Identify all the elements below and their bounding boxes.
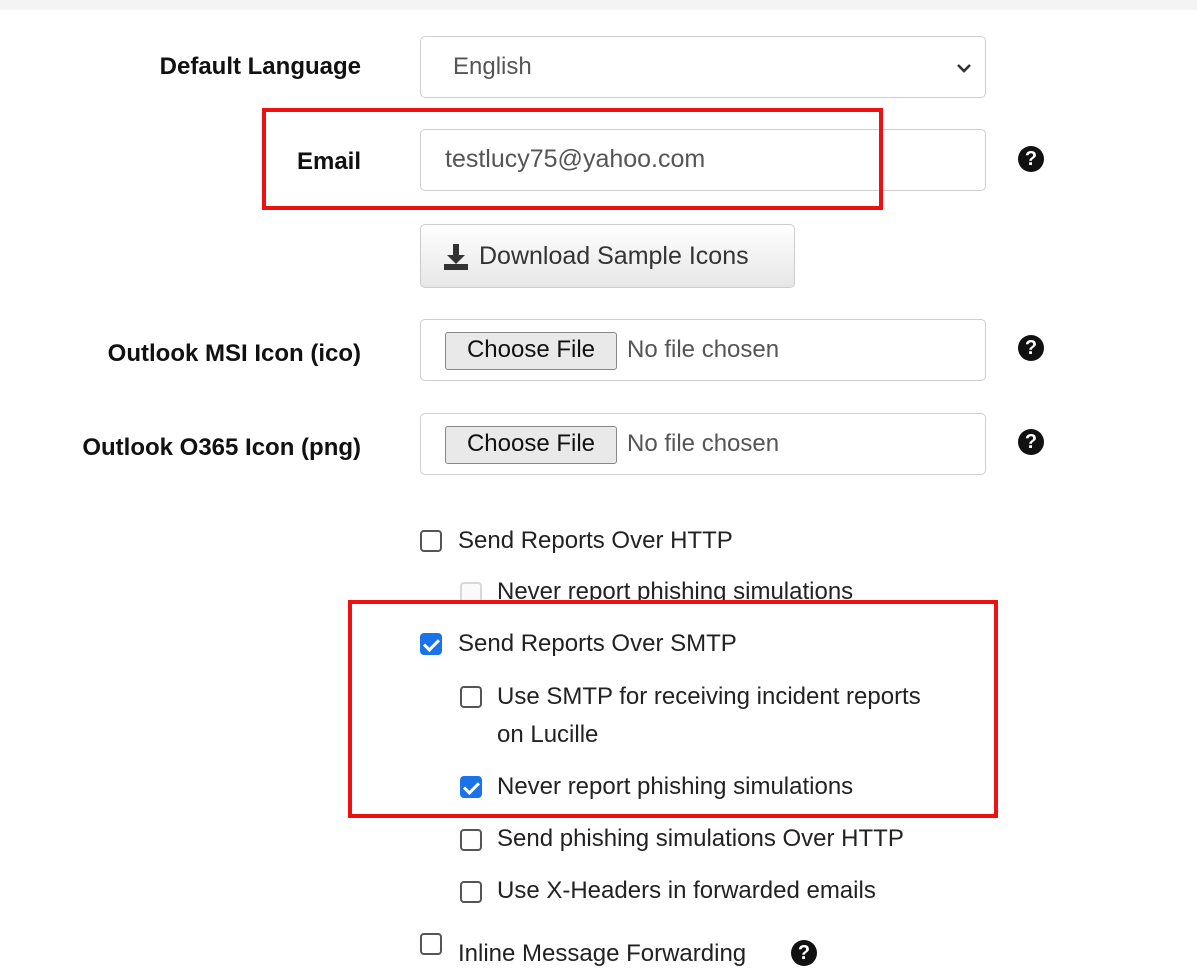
outlook-msi-file-field: Choose File No file chosen: [420, 319, 986, 381]
question-circle-icon[interactable]: ?: [1018, 146, 1044, 172]
chevron-down-icon: [957, 64, 971, 73]
default-language-select[interactable]: English: [420, 36, 986, 98]
file-status-o365: No file chosen: [627, 430, 780, 457]
use-xheaders-label: Use X-Headers in forwarded emails: [497, 877, 876, 904]
download-button-label: Download Sample Icons: [479, 242, 749, 270]
use-xheaders-checkbox[interactable]: [460, 881, 482, 903]
send-reports-http-checkbox[interactable]: [420, 530, 442, 552]
question-circle-icon[interactable]: ?: [1018, 335, 1044, 361]
email-highlight-box: [262, 108, 883, 210]
inline-forwarding-checkbox[interactable]: [420, 933, 442, 955]
choose-file-button-msi[interactable]: Choose File: [445, 332, 617, 370]
download-icon: [444, 244, 468, 270]
inline-forwarding-label: Inline Message Forwarding: [458, 940, 747, 967]
send-reports-http-label: Send Reports Over HTTP: [458, 527, 733, 554]
smtp-highlight-box: [348, 600, 998, 818]
send-phishing-http-checkbox[interactable]: [460, 829, 482, 851]
question-circle-icon[interactable]: ?: [791, 940, 817, 966]
outlook-o365-file-field: Choose File No file chosen: [420, 413, 986, 475]
outlook-o365-label: Outlook O365 Icon (png): [82, 434, 361, 461]
question-circle-icon[interactable]: ?: [1018, 429, 1044, 455]
top-divider: [0, 0, 1197, 10]
default-language-value: English: [453, 53, 532, 80]
send-phishing-http-label: Send phishing simulations Over HTTP: [497, 825, 904, 852]
outlook-msi-label: Outlook MSI Icon (ico): [107, 340, 361, 367]
default-language-label: Default Language: [159, 53, 361, 80]
choose-file-button-o365[interactable]: Choose File: [445, 426, 617, 464]
download-sample-icons-button[interactable]: Download Sample Icons: [420, 224, 795, 288]
file-status-msi: No file chosen: [627, 336, 780, 363]
